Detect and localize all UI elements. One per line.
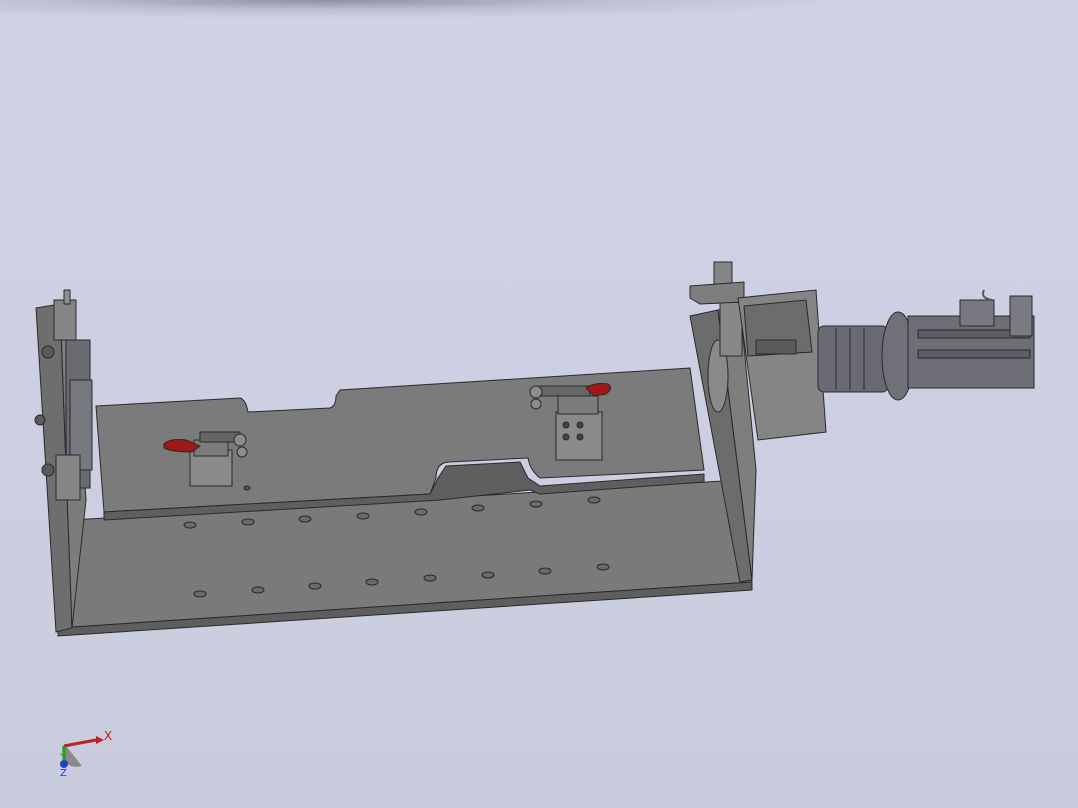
triad-y-label: Y bbox=[60, 752, 67, 763]
mounting-bracket[interactable] bbox=[689, 261, 745, 305]
cad-model[interactable] bbox=[0, 0, 1078, 808]
servo-motor[interactable] bbox=[907, 289, 1035, 389]
coupling[interactable] bbox=[817, 311, 915, 401]
graphics-viewport[interactable]: X Y Z bbox=[0, 0, 1078, 808]
triad-x-label: X bbox=[104, 729, 113, 743]
orientation-triad: X Y Z bbox=[52, 726, 122, 786]
triad-z-label: Z bbox=[60, 768, 67, 779]
